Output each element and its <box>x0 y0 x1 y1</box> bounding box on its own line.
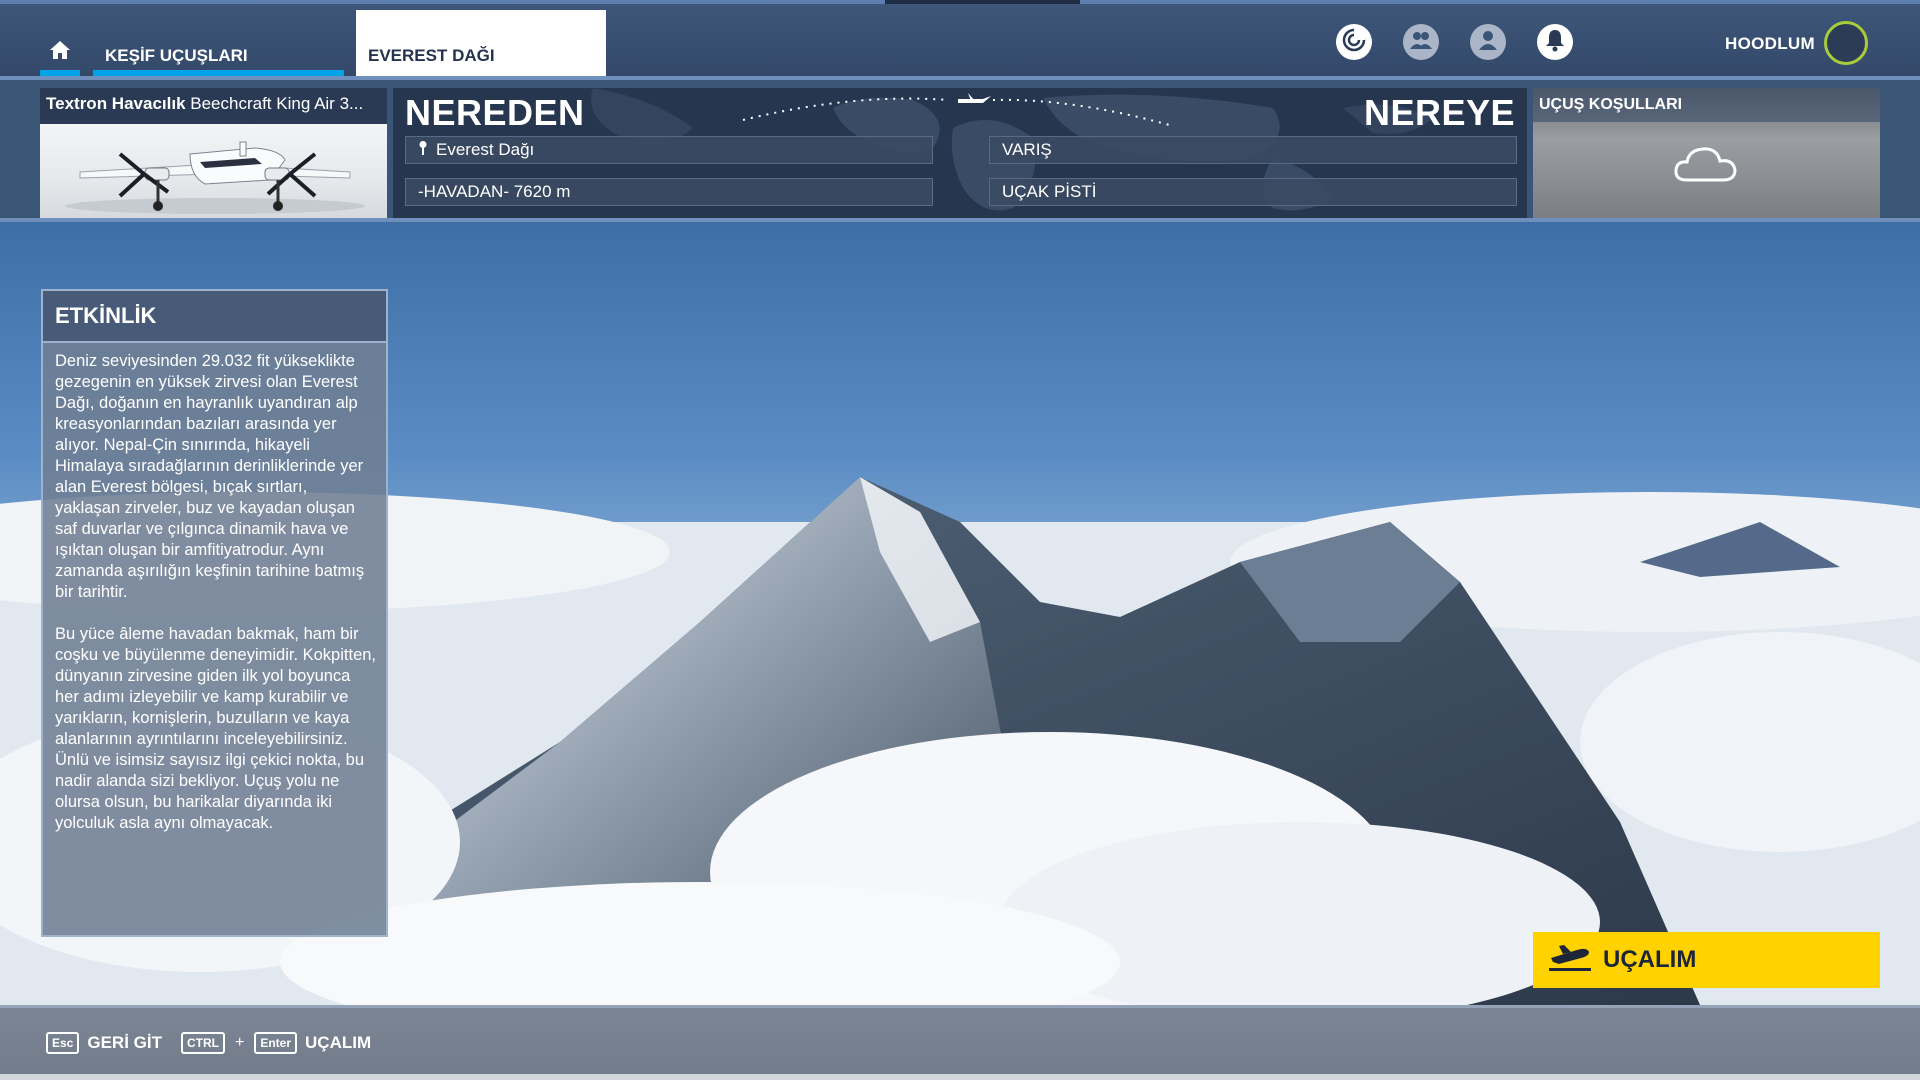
arrival-state-value: UÇAK PİSTİ <box>1002 182 1097 201</box>
activity-icon <box>1341 27 1367 58</box>
arrival-field[interactable]: VARIŞ <box>989 136 1517 164</box>
pin-icon <box>418 140 428 161</box>
from-label: NEREDEN <box>405 92 585 133</box>
activity-paragraph: Deniz seviyesinden 29.032 fit yükseklikt… <box>55 352 365 601</box>
takeoff-icon <box>1547 942 1593 979</box>
fly-button[interactable]: UÇALIM <box>1533 932 1880 988</box>
to-label: NEREYE <box>1363 92 1515 133</box>
top-navigation-bar: KEŞİF UÇUŞLARI EVEREST DAĞI HOODLUM <box>0 0 1920 76</box>
departure-field[interactable]: Everest Dağı <box>405 136 933 164</box>
tab-everest-label: EVEREST DAĞI <box>368 46 495 65</box>
bottom-strip <box>0 1074 1920 1080</box>
fly-hint[interactable]: CTRL + Enter UÇALIM <box>181 1032 371 1054</box>
home-tab[interactable] <box>40 40 80 76</box>
back-label: GERİ GİT <box>87 1033 162 1052</box>
notifications-button[interactable] <box>1537 24 1573 60</box>
activity-panel: ETKİNLİK Deniz seviyesinden 29.032 fit y… <box>41 289 388 937</box>
enter-key-icon: Enter <box>254 1032 298 1054</box>
flight-conditions-title: UÇUŞ KOŞULLARI <box>1533 88 1880 122</box>
esc-key-icon: Esc <box>46 1032 80 1054</box>
aircraft-card[interactable]: Textron Havacılık Beechcraft King Air 3.… <box>40 88 387 218</box>
profile-icon <box>1477 29 1499 56</box>
home-icon <box>49 40 71 65</box>
profile-button[interactable] <box>1470 24 1506 60</box>
top-accent-strip <box>885 0 1080 4</box>
fly-hint-label: UÇALIM <box>305 1033 372 1052</box>
plus-sign: + <box>235 1034 245 1051</box>
route-panel: NEREDEN NEREYE Everest Dağı -HAVADAN- 76… <box>393 88 1527 218</box>
arrival-state-field[interactable]: UÇAK PİSTİ <box>989 178 1517 206</box>
aircraft-image <box>40 124 387 218</box>
activity-title: ETKİNLİK <box>43 291 386 343</box>
aircraft-manufacturer: Textron Havacılık <box>46 94 186 113</box>
departure-value: Everest Dağı <box>436 140 535 159</box>
tab-everest[interactable]: EVEREST DAĞI <box>356 10 606 76</box>
flight-info-bar: Textron Havacılık Beechcraft King Air 3.… <box>0 76 1920 222</box>
airplane-route-icon <box>958 93 991 103</box>
aircraft-name: Textron Havacılık Beechcraft King Air 3.… <box>46 94 382 114</box>
bottom-hint-bar: Esc GERİ GİT CTRL + Enter UÇALIM <box>0 1005 1920 1080</box>
activity-button[interactable] <box>1336 24 1372 60</box>
arrival-value: VARIŞ <box>1002 140 1052 159</box>
departure-state-value: -HAVADAN- 7620 m <box>418 182 571 201</box>
tab-discovery-label: KEŞİF UÇUŞLARI <box>105 46 248 65</box>
activity-paragraph: Bu yüce âleme havadan bakmak, ham bir co… <box>55 625 377 832</box>
fly-button-label: UÇALIM <box>1603 946 1697 973</box>
username[interactable]: HOODLUM <box>1725 34 1815 54</box>
aircraft-model: Beechcraft King Air 3... <box>190 94 364 113</box>
flight-conditions-card[interactable]: UÇUŞ KOŞULLARI <box>1533 88 1880 218</box>
tab-discovery-flights[interactable]: KEŞİF UÇUŞLARI <box>93 40 344 76</box>
departure-state-field[interactable]: -HAVADAN- 7620 m <box>405 178 933 206</box>
friends-button[interactable] <box>1403 24 1439 60</box>
friends-icon <box>1408 29 1434 56</box>
cloud-icon <box>1673 142 1739 189</box>
airplane-illustration <box>65 141 365 214</box>
back-hint[interactable]: Esc GERİ GİT <box>46 1032 162 1054</box>
notifications-icon <box>1544 28 1566 57</box>
activity-description: Deniz seviyesinden 29.032 fit yükseklikt… <box>43 343 386 834</box>
avatar[interactable] <box>1824 21 1868 65</box>
ctrl-key-icon: CTRL <box>181 1032 225 1054</box>
